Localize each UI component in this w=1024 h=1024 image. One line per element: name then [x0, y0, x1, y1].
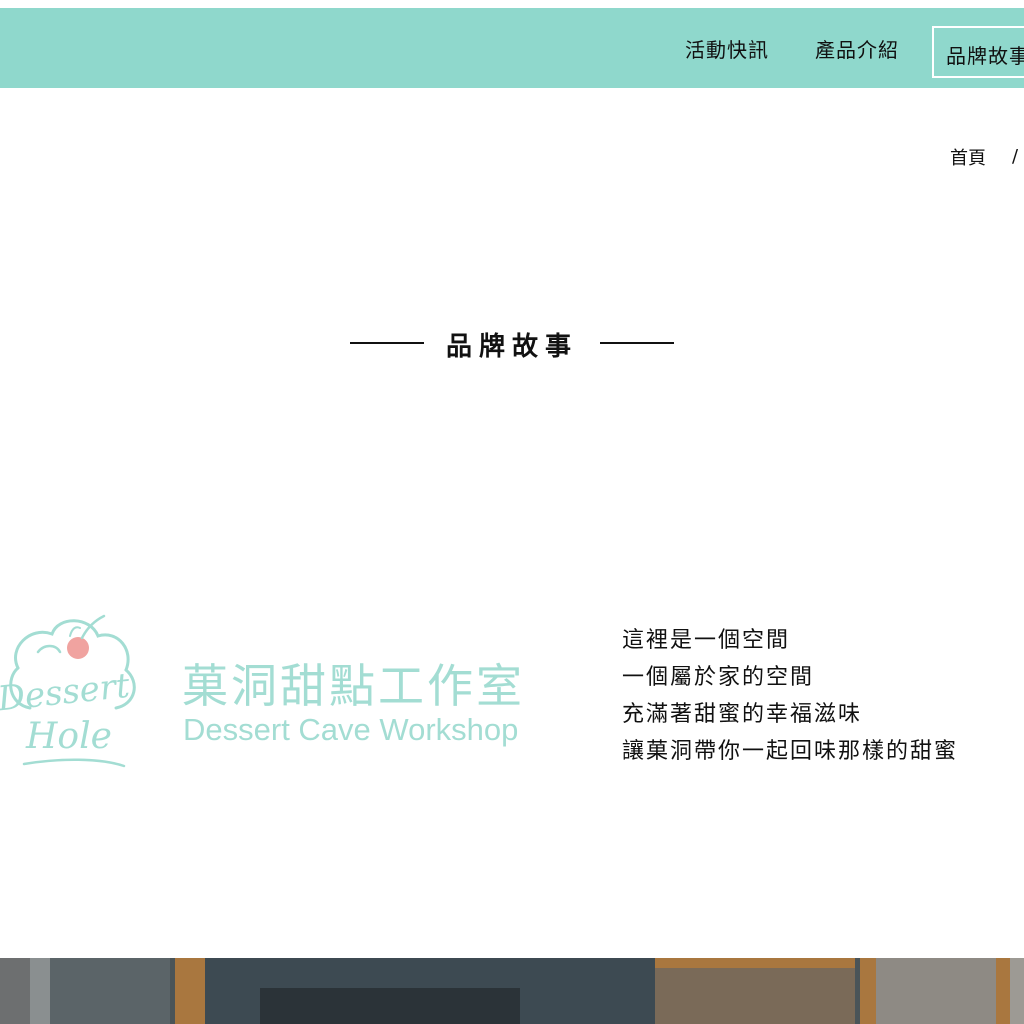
story-line: 讓菓洞帶你一起回味那樣的甜蜜: [622, 739, 959, 764]
interior-photo: [0, 958, 1024, 1024]
story-text: 這裡是一個空間 一個屬於家的空間 充滿著甜蜜的幸福滋味 讓菓洞帶你一起回味那樣的…: [622, 622, 958, 770]
breadcrumb-home-link[interactable]: 首頁: [950, 148, 986, 169]
logo-script-top: Dessert: [0, 666, 132, 720]
story-line: 一個屬於家的空間: [622, 665, 815, 690]
nav-item-products[interactable]: 產品介紹: [815, 34, 899, 63]
section-title: 品牌故事: [0, 326, 1024, 363]
brand-name-en: Dessert Cave Workshop: [183, 712, 519, 747]
brand-name-zh: 菓洞甜點工作室: [182, 659, 525, 713]
story-line: 充滿著甜蜜的幸福滋味: [622, 702, 863, 727]
page-title: 品牌故事: [445, 332, 578, 362]
top-nav-bar: 活動快訊 產品介紹 品牌故事: [0, 8, 1024, 88]
breadcrumb: 首頁 /: [950, 144, 1018, 170]
story-line: 這裡是一個空間: [622, 628, 791, 653]
nav-item-brand-story[interactable]: 品牌故事: [932, 26, 1024, 78]
breadcrumb-separator: /: [1012, 146, 1019, 167]
nav-item-news[interactable]: 活動快訊: [685, 34, 769, 63]
dessert-hole-logo-icon: Dessert Hole: [0, 614, 136, 768]
logo-script-bottom: Hole: [25, 716, 112, 757]
page: 活動快訊 產品介紹 品牌故事 首頁 / 品牌故事 Dessert Hole 菓洞…: [0, 0, 1024, 1024]
title-divider-right: [600, 341, 675, 344]
title-divider-left: [349, 341, 424, 344]
